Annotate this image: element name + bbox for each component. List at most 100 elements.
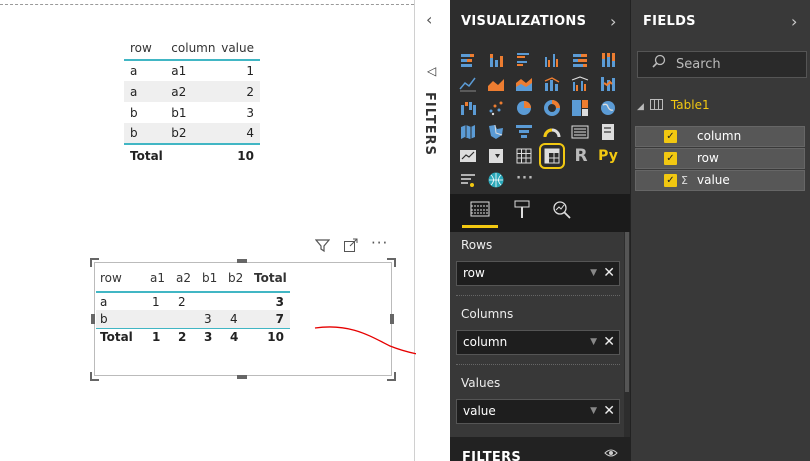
treemap-icon[interactable] [571,99,589,117]
arcgis-map-icon[interactable] [487,171,505,189]
field-item-column[interactable]: ✓ column [635,126,805,147]
values-well-field[interactable]: value ▼ ✕ [456,399,620,424]
field-wells: Rows row ▼ ✕ Columns column ▼ ✕ Values v… [450,232,624,437]
canvas-top-border [0,4,414,5]
stacked-area-chart-icon[interactable] [515,75,533,93]
r-script-visual-icon[interactable]: R [571,146,591,166]
table-cell: b1 [171,105,187,120]
shape-map-icon[interactable] [487,123,505,141]
close-icon[interactable]: ✕ [603,331,615,354]
table-cell: Total [124,143,166,166]
pie-chart-icon[interactable] [515,99,533,117]
clustered-bar-chart-icon[interactable] [515,51,533,69]
funnel-chart-icon[interactable] [515,123,533,141]
table-node[interactable]: ◢ Table1 [637,98,710,112]
field-item-row[interactable]: ✓ row [635,148,805,169]
waterfall-chart-icon[interactable] [459,99,477,117]
multi-row-card-icon[interactable] [571,123,589,141]
table-cell: b [124,123,166,144]
fields-pane: FIELDS › Search ◢ Table1 ✓ column ✓ row ✓… [630,0,810,461]
chevron-down-icon[interactable]: ▼ [590,331,597,354]
table-cell: 2 [218,81,260,102]
field-item-value[interactable]: ✓ Σ value [635,170,805,191]
matrix-cell: 2 [178,294,186,309]
gauge-icon[interactable] [543,123,561,141]
ribbon-chart-icon[interactable] [599,75,617,93]
scatter-chart-icon[interactable] [487,99,505,117]
checkbox-checked-icon[interactable]: ✓ [664,130,677,143]
line-and-clustered-column-chart-icon[interactable] [571,75,589,93]
columns-well-field[interactable]: column ▼ ✕ [456,330,620,355]
close-icon[interactable]: ✕ [603,262,615,285]
matrix-visual[interactable]: row a1 a2 b1 b2 Total a 1 2 3 b 3 4 7 To… [96,264,290,346]
card-icon[interactable] [599,123,617,141]
resize-handle-top[interactable] [237,259,247,263]
table-icon[interactable] [515,147,533,165]
close-icon[interactable]: ✕ [603,400,615,423]
chevron-down-icon[interactable]: ▼ [590,400,597,423]
filter-pane-icon[interactable]: ◁ [427,64,436,78]
tab-format[interactable] [504,200,540,228]
filters-pane-label[interactable]: FILTERS [422,92,437,156]
resize-handle-left[interactable] [91,314,95,324]
100-stacked-bar-chart-icon[interactable] [571,51,589,69]
100-stacked-column-chart-icon[interactable] [599,51,617,69]
matrix-cell: 3 [198,310,224,328]
resize-handle-bottom[interactable] [237,375,247,379]
table-header-cell[interactable]: column [165,36,219,61]
canvas-right-border [414,0,415,461]
checkbox-checked-icon[interactable]: ✓ [664,174,677,187]
matrix-header-cell[interactable]: b2 [224,264,250,293]
chevron-right-icon[interactable]: › [610,12,616,31]
table-icon [649,99,663,110]
table-header-cell[interactable]: value [218,36,260,61]
checkbox-checked-icon[interactable]: ✓ [664,152,677,165]
more-visuals-icon[interactable]: ··· [515,169,535,189]
rows-well-label: Rows [461,238,493,252]
matrix-cell: 10 [250,327,290,346]
filled-map-icon[interactable] [459,123,477,141]
filters-section-header[interactable]: FILTERS [450,437,630,461]
table-visual[interactable]: row column value a a1 1 a a2 2 b b1 3 b … [124,36,260,166]
tab-fields[interactable] [462,200,498,228]
stacked-column-chart-icon[interactable] [487,51,505,69]
scrollbar-thumb[interactable] [625,232,629,392]
search-input[interactable]: Search [637,51,807,78]
area-chart-icon[interactable] [487,75,505,93]
matrix-header-cell[interactable]: a2 [172,264,198,293]
filter-icon[interactable] [314,238,331,257]
line-and-stacked-column-chart-icon[interactable] [543,75,561,93]
matrix-cell [146,310,172,328]
eye-icon[interactable] [604,447,618,461]
line-chart-icon[interactable] [459,75,477,93]
chevron-left-icon[interactable]: ‹ [426,10,432,29]
python-visual-icon[interactable]: Py [598,146,618,166]
collapse-triangle-icon[interactable]: ◢ [637,102,644,112]
field-name: row [697,151,719,165]
more-options-icon[interactable]: ··· [371,234,388,252]
tab-analytics[interactable] [544,200,580,228]
matrix-row: b 3 4 7 [96,310,290,328]
stacked-bar-chart-icon[interactable] [459,51,477,69]
key-influencers-icon[interactable] [459,171,477,189]
chevron-down-icon[interactable]: ▼ [590,262,597,285]
resize-handle-top-right[interactable] [387,258,396,267]
table-cell [165,143,219,166]
donut-chart-icon[interactable] [543,99,561,117]
focus-mode-icon[interactable] [343,238,358,257]
rows-well-field[interactable]: row ▼ ✕ [456,261,620,286]
chevron-right-icon[interactable]: › [791,12,797,31]
table-header-cell[interactable]: row [124,36,166,61]
matrix-header-cell[interactable]: b1 [198,264,224,293]
matrix-cell: 1 [152,294,160,309]
clustered-column-chart-icon[interactable] [543,51,561,69]
map-icon[interactable] [599,99,617,117]
matrix-icon[interactable] [539,143,565,169]
resize-handle-bottom-left[interactable] [90,372,99,381]
slicer-icon[interactable] [487,147,505,165]
kpi-icon[interactable] [459,147,477,165]
well-divider [456,295,620,296]
matrix-header-cell[interactable]: Total [250,264,290,293]
matrix-header-cell[interactable]: a1 [146,264,172,293]
matrix-header-cell[interactable]: row [96,264,146,293]
